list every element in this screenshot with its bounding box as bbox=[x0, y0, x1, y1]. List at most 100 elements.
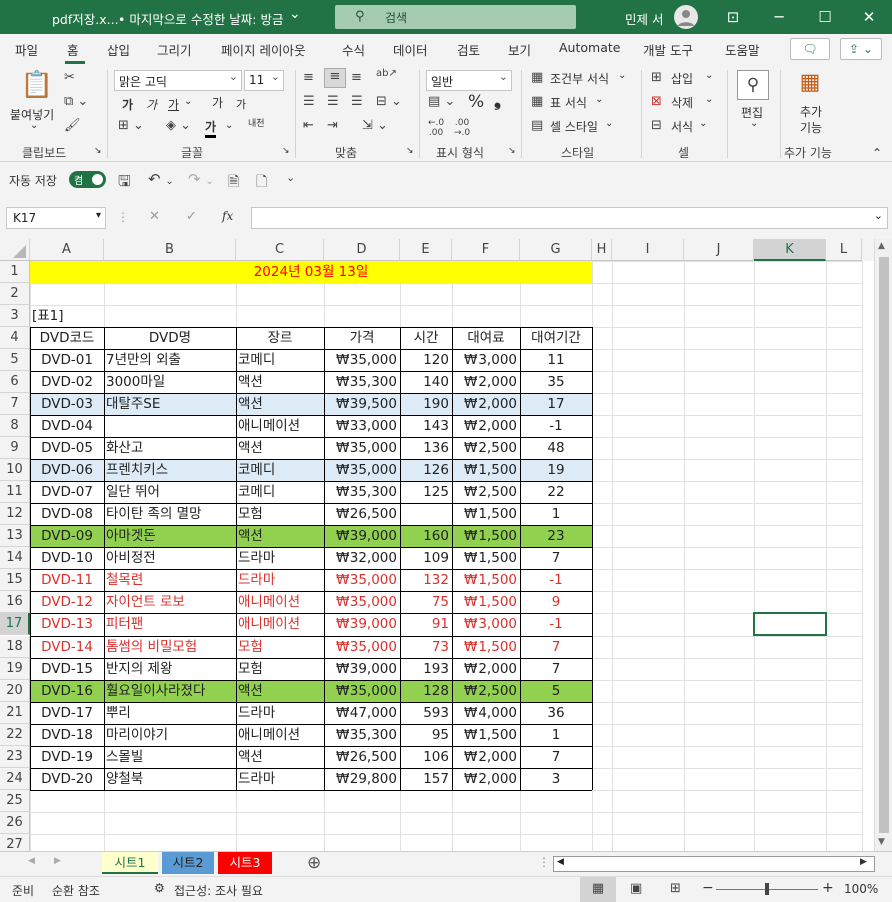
table-row-cell[interactable]: 190 bbox=[400, 393, 452, 416]
table-row-cell[interactable]: 애니메이션 bbox=[236, 613, 324, 635]
table-row-cell[interactable]: 뿌리 bbox=[104, 702, 236, 724]
column-header-c[interactable]: C bbox=[236, 239, 324, 261]
prev-sheet-icon[interactable]: ◀ bbox=[28, 856, 35, 866]
decrease-indent-icon[interactable]: ⇤ bbox=[303, 118, 314, 133]
table-row-cell[interactable]: ₩3,000 bbox=[452, 613, 520, 635]
chevron-down-icon[interactable]: ⌄ bbox=[184, 96, 192, 107]
table-row-cell[interactable]: 126 bbox=[400, 459, 452, 482]
table-row-cell[interactable]: 17 bbox=[520, 393, 592, 416]
table-row-cell[interactable]: 1 bbox=[520, 724, 592, 746]
table-row-cell[interactable]: 모험 bbox=[236, 503, 324, 525]
table-row-cell[interactable]: DVD-11 bbox=[30, 569, 104, 591]
chevron-down-icon[interactable]: ⌄ bbox=[705, 70, 713, 81]
fill-color-icon[interactable]: ◈ ⌄ bbox=[166, 118, 191, 133]
table-row-cell[interactable]: DVD-19 bbox=[30, 746, 104, 768]
table-row-cell[interactable]: ₩3,000 bbox=[452, 349, 520, 371]
tab-home[interactable]: 홈 bbox=[67, 40, 79, 59]
dialog-launcher-icon[interactable]: ↘ bbox=[282, 146, 290, 156]
scroll-left-icon[interactable]: ◀ bbox=[557, 857, 564, 867]
table-row-cell[interactable]: ₩35,000 bbox=[324, 437, 400, 459]
table-row-cell[interactable]: ₩35,300 bbox=[324, 481, 400, 503]
wrap-text-icon[interactable]: ⊟ ⌄ bbox=[376, 94, 402, 109]
row-header-19[interactable]: 19 bbox=[0, 657, 30, 680]
scroll-right-icon[interactable]: ▶ bbox=[860, 857, 867, 867]
table-row-cell[interactable]: 애니메이션 bbox=[236, 591, 324, 613]
cut-icon[interactable]: ✂ bbox=[64, 70, 75, 85]
minimize-button[interactable]: ─ bbox=[756, 0, 802, 34]
table-row-cell[interactable] bbox=[400, 503, 452, 525]
table-row-cell[interactable]: 132 bbox=[400, 569, 452, 591]
chevron-down-icon[interactable]: ⌄ bbox=[705, 94, 713, 105]
merge-center-icon[interactable]: ⇲ ⌄ bbox=[362, 118, 388, 133]
table-row-cell[interactable]: DVD-18 bbox=[30, 724, 104, 746]
table-row-cell[interactable]: ₩35,000 bbox=[324, 679, 400, 702]
table-row-cell[interactable]: 반지의 제왕 bbox=[104, 658, 236, 680]
tab-page-layout[interactable]: 페이지 레이아웃 bbox=[221, 40, 305, 59]
table-row-cell[interactable]: 일단 뛰어 bbox=[104, 481, 236, 503]
tab-view[interactable]: 보기 bbox=[508, 40, 531, 59]
table-header-cell[interactable]: 대여기간 bbox=[520, 327, 592, 349]
comments-button[interactable]: 🗨 bbox=[790, 38, 830, 60]
row-header-7[interactable]: 7 bbox=[0, 393, 30, 416]
cancel-icon[interactable]: ✕ bbox=[149, 209, 160, 224]
maximize-button[interactable]: ☐ bbox=[802, 0, 848, 34]
table-row-cell[interactable]: 11 bbox=[520, 349, 592, 371]
row-header-21[interactable]: 21 bbox=[0, 701, 30, 724]
table-row-cell[interactable]: 프렌치키스 bbox=[104, 459, 236, 482]
table-row-cell[interactable]: ₩1,500 bbox=[452, 525, 520, 548]
table-row-cell[interactable]: 7 bbox=[520, 547, 592, 569]
more-icon[interactable]: ⋮ bbox=[538, 855, 550, 869]
table-row-cell[interactable]: -1 bbox=[520, 613, 592, 635]
paste-icon[interactable]: 📋 bbox=[20, 70, 54, 100]
table-row-cell[interactable]: 액션 bbox=[236, 371, 324, 393]
table-row-cell[interactable]: ₩1,500 bbox=[452, 503, 520, 525]
table-header-cell[interactable]: 장르 bbox=[236, 327, 324, 349]
format-painter-icon[interactable]: 🖌 bbox=[64, 118, 81, 133]
select-all-button[interactable] bbox=[0, 239, 30, 261]
table-row-cell[interactable]: 193 bbox=[400, 658, 452, 680]
row-header-1[interactable]: 1 bbox=[0, 261, 30, 284]
delete-cells-icon[interactable]: ⊠ bbox=[651, 94, 662, 109]
user-name[interactable]: 민제 서 bbox=[625, 9, 663, 28]
table-row-cell[interactable]: 스몰빌 bbox=[104, 746, 236, 768]
row-header-17[interactable]: 17 bbox=[0, 613, 30, 636]
customize-qat-icon[interactable]: ⌄ bbox=[286, 171, 295, 184]
chevron-down-icon[interactable]: ⌄ bbox=[225, 120, 233, 131]
table-row-cell[interactable]: 120 bbox=[400, 349, 452, 371]
table-row-cell[interactable]: 1 bbox=[520, 503, 592, 525]
tab-draw[interactable]: 그리기 bbox=[157, 40, 192, 59]
cell-styles-button[interactable]: 셀 스타일 bbox=[550, 118, 598, 135]
table-row-cell[interactable]: 35 bbox=[520, 371, 592, 393]
table-row-cell[interactable]: 7 bbox=[520, 746, 592, 768]
row-header-9[interactable]: 9 bbox=[0, 437, 30, 460]
format-cells-icon[interactable]: ⊟ bbox=[651, 118, 662, 133]
table-header-cell[interactable]: DVD코드 bbox=[30, 327, 104, 349]
font-size-combo[interactable]: 11 bbox=[244, 70, 284, 91]
table-row-cell[interactable]: ₩2,500 bbox=[452, 679, 520, 702]
table-row-cell[interactable]: 91 bbox=[400, 613, 452, 635]
table-row-cell[interactable]: ₩35,000 bbox=[324, 459, 400, 482]
collapse-ribbon-icon[interactable]: ⌃ bbox=[872, 146, 882, 160]
column-header-g[interactable]: G bbox=[520, 239, 592, 261]
table-row-cell[interactable]: ₩39,000 bbox=[324, 525, 400, 548]
table-row-cell[interactable]: 액션 bbox=[236, 525, 324, 548]
scroll-up-icon[interactable]: ▲ bbox=[878, 241, 885, 251]
table-row-cell[interactable]: ₩33,000 bbox=[324, 415, 400, 437]
table-row-cell[interactable]: ₩35,300 bbox=[324, 371, 400, 393]
align-right-icon[interactable]: ☰ bbox=[351, 94, 363, 109]
table-row-cell[interactable]: 애니메이션 bbox=[236, 724, 324, 746]
table-row-cell[interactable]: 액션 bbox=[236, 393, 324, 416]
column-header-l[interactable]: L bbox=[826, 239, 862, 261]
table-row-cell[interactable]: ₩1,500 bbox=[452, 636, 520, 658]
table-row-cell[interactable]: DVD-12 bbox=[30, 591, 104, 613]
column-header-d[interactable]: D bbox=[324, 239, 400, 261]
table-row-cell[interactable]: 코메디 bbox=[236, 349, 324, 371]
align-bottom-icon[interactable]: ≡ bbox=[351, 70, 362, 85]
row-header-23[interactable]: 23 bbox=[0, 745, 30, 768]
font-color-button[interactable]: 가 bbox=[205, 118, 217, 138]
table-row-cell[interactable]: 화산고 bbox=[104, 437, 236, 459]
row-header-26[interactable]: 26 bbox=[0, 811, 30, 834]
table-row-cell[interactable]: 모험 bbox=[236, 658, 324, 680]
sheet-tab-2[interactable]: 시트2 bbox=[162, 852, 214, 874]
table-row-cell[interactable]: 코메디 bbox=[236, 481, 324, 503]
